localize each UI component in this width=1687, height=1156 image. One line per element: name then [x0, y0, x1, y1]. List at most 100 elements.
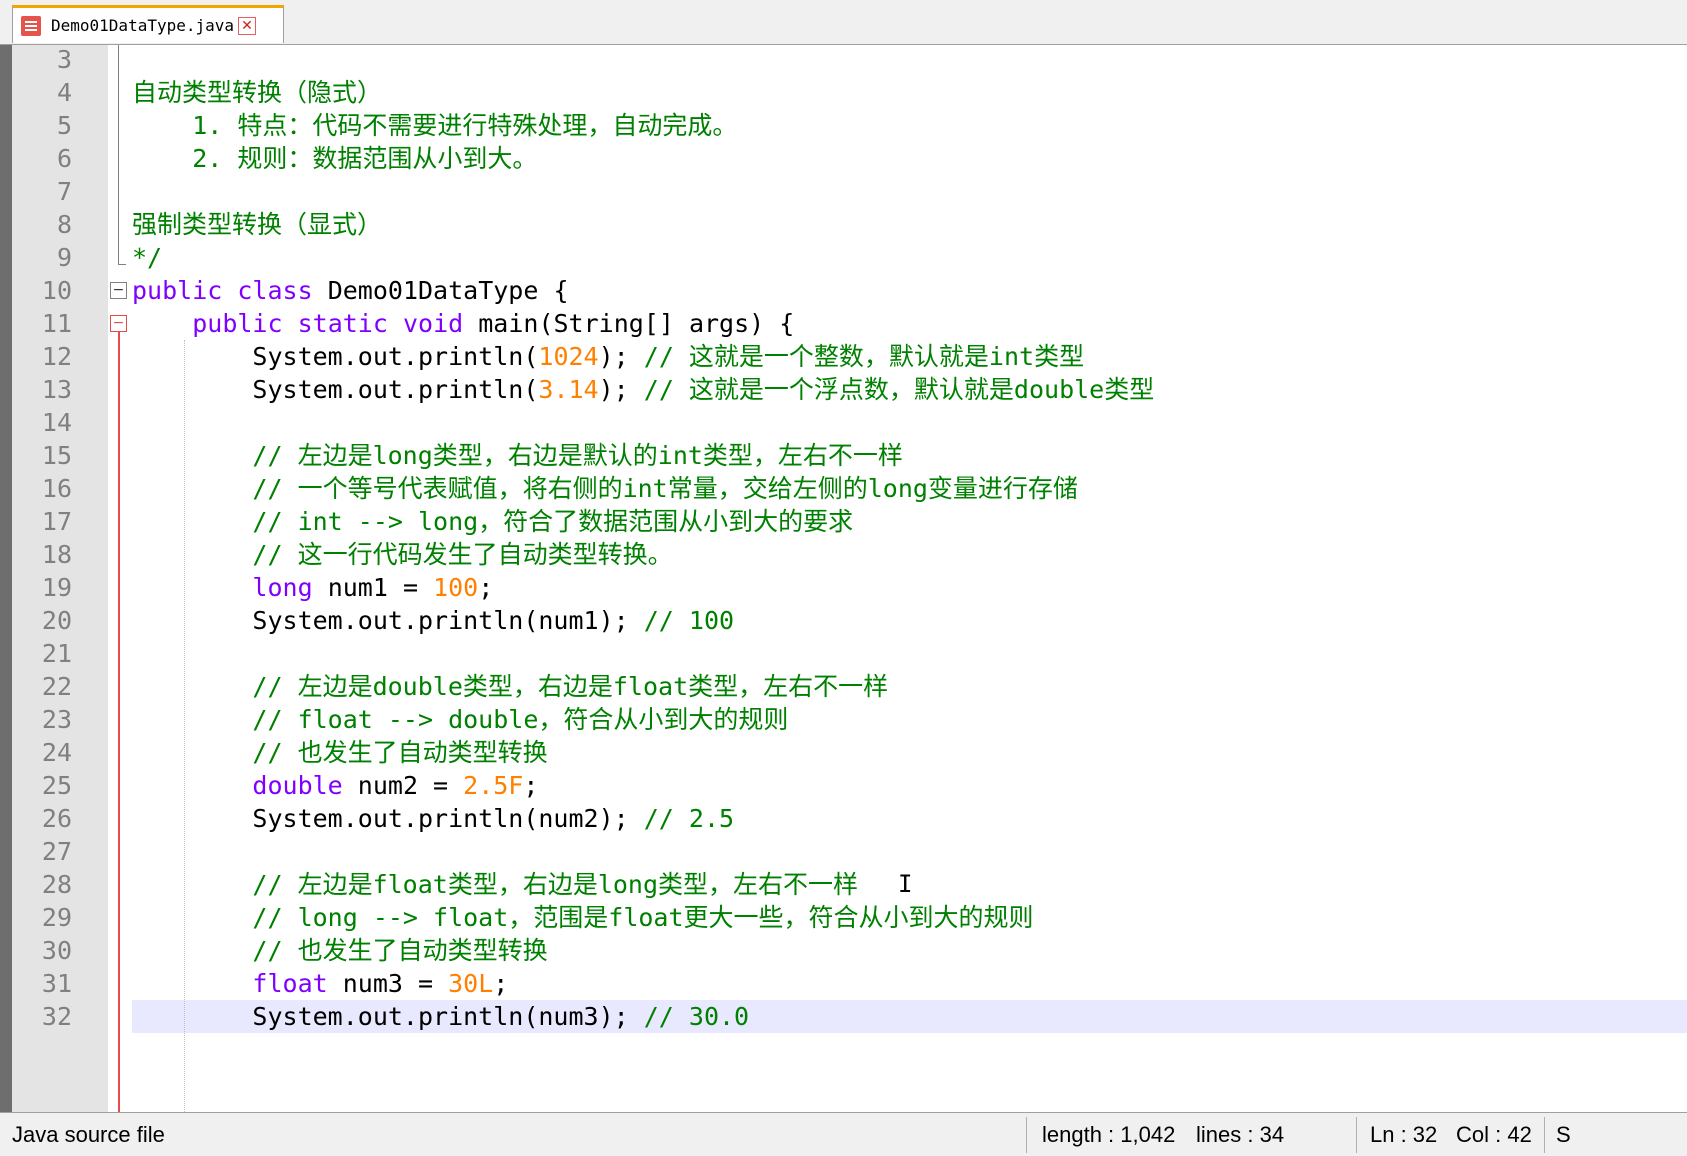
number-token: 3.14 — [538, 375, 599, 404]
status-extra: S — [1556, 1122, 1571, 1147]
code-line[interactable]: 23 // float --> double，符合从小到大的规则 — [0, 703, 1687, 736]
keyword-token: float — [252, 969, 328, 998]
line-number: 23 — [41, 705, 72, 734]
text-token: num2 = — [342, 771, 464, 800]
code-text: // long --> float，范围是float更大一些，符合从小到大的规则 — [132, 901, 1034, 934]
code-line[interactable]: 14 — [0, 406, 1687, 439]
code-line[interactable]: 9 */ — [0, 241, 1687, 274]
code-text: float num3 = 30L; — [132, 967, 508, 1000]
line-number: 20 — [41, 606, 72, 635]
code-line[interactable]: 26 System.out.println(num2); // 2.5 — [0, 802, 1687, 835]
line-number: 28 — [41, 870, 72, 899]
code-text: 强制类型转换（显式） — [132, 208, 382, 241]
code-line[interactable]: 18 // 这一行代码发生了自动类型转换。 — [0, 538, 1687, 571]
comment-token: // long --> float，范围是float更大一些，符合从小到大的规则 — [132, 903, 1034, 932]
fold-method-icon[interactable]: − — [110, 315, 127, 332]
code-line[interactable]: 3 — [0, 45, 1687, 76]
code-text: 自动类型转换（隐式） — [132, 76, 382, 109]
comment-token: 自动类型转换（隐式） — [132, 78, 383, 107]
line-number: 18 — [41, 540, 72, 569]
code-line[interactable]: 29 // long --> float，范围是float更大一些，符合从小到大… — [0, 901, 1687, 934]
comment-fold-guide — [118, 45, 119, 265]
code-text: System.out.println(1024); // 这就是一个整数，默认就… — [132, 340, 1084, 373]
line-number: 10 — [41, 276, 72, 305]
comment-token: */ — [132, 243, 163, 272]
code-line[interactable]: 22 // 左边是double类型，右边是float类型，左右不一样 — [0, 670, 1687, 703]
line-number: 19 — [41, 573, 72, 602]
line-number: 8 — [56, 210, 72, 239]
comment-token: 强制类型转换（显式） — [132, 210, 383, 239]
line-number: 6 — [56, 144, 72, 173]
comment-token: // 这就是一个浮点数，默认就是double类型 — [643, 375, 1155, 404]
fold-class-icon[interactable]: − — [110, 282, 127, 299]
code-line[interactable]: 7 — [0, 175, 1687, 208]
tab-demo01datatype[interactable]: Demo01DataType.java ✕ — [12, 5, 284, 43]
line-number: 5 — [56, 111, 72, 140]
code-line[interactable]: 24 // 也发生了自动类型转换 — [0, 736, 1687, 769]
status-length: length : 1,042 — [1042, 1122, 1176, 1147]
code-text: // 也发生了自动类型转换 — [132, 934, 547, 967]
keyword-token: class — [237, 276, 313, 305]
code-line[interactable]: 6 2. 规则：数据范围从小到大。 — [0, 142, 1687, 175]
text-token: main(String[] args) { — [463, 309, 795, 338]
status-lines: lines : 34 — [1196, 1122, 1285, 1147]
code-line[interactable]: 12 System.out.println(1024); // 这就是一个整数，… — [0, 340, 1687, 373]
comment-token: // 一个等号代表赋值，将右侧的int常量，交给左侧的long变量进行存储 — [132, 474, 1078, 503]
text-token: ); — [598, 375, 644, 404]
code-line[interactable]: 17 // int --> long，符合了数据范围从小到大的要求 — [0, 505, 1687, 538]
line-number: 24 — [41, 738, 72, 767]
code-line[interactable]: 31 float num3 = 30L; — [0, 967, 1687, 1000]
keyword-token: double — [252, 771, 343, 800]
code-line[interactable]: 25 double num2 = 2.5F; — [0, 769, 1687, 802]
code-line[interactable]: 27 — [0, 835, 1687, 868]
tab-label: Demo01DataType.java — [51, 16, 235, 35]
method-fold-line — [118, 317, 120, 1112]
code-text: // 这一行代码发生了自动类型转换。 — [132, 538, 672, 571]
text-token: Demo01DataType { — [312, 276, 569, 305]
code-line[interactable]: 21 — [0, 637, 1687, 670]
comment-token: 1. 特点：代码不需要进行特殊处理，自动完成。 — [132, 111, 738, 140]
keyword-token: long — [252, 573, 313, 602]
line-number: 9 — [56, 243, 72, 272]
line-number: 16 — [41, 474, 72, 503]
code-line[interactable]: 28 // 左边是float类型，右边是long类型，左右不一样 — [0, 868, 1687, 901]
keyword-token: public — [132, 276, 223, 305]
line-number: 4 — [56, 78, 72, 107]
comment-token: // 2.5 — [643, 804, 735, 833]
code-text: 1. 特点：代码不需要进行特殊处理，自动完成。 — [132, 109, 737, 142]
comment-token: // 这就是一个整数，默认就是int类型 — [643, 342, 1085, 371]
code-line[interactable]: 8 强制类型转换（显式） — [0, 208, 1687, 241]
line-number: 7 — [56, 177, 72, 206]
number-token: 30L — [448, 969, 494, 998]
code-line[interactable]: 4 自动类型转换（隐式） — [0, 76, 1687, 109]
status-divider — [1356, 1117, 1357, 1153]
code-line[interactable]: 16 // 一个等号代表赋值，将右侧的int常量，交给左侧的long变量进行存储 — [0, 472, 1687, 505]
text-token: ); — [598, 342, 644, 371]
code-line[interactable]: 13 System.out.println(3.14); // 这就是一个浮点数… — [0, 373, 1687, 406]
code-line[interactable]: 15 // 左边是long类型，右边是默认的int类型，左右不一样 — [0, 439, 1687, 472]
close-icon[interactable]: ✕ — [238, 16, 257, 35]
code-text: System.out.println(num1); // 100 — [132, 604, 734, 637]
comment-token: // 100 — [643, 606, 735, 635]
code-line[interactable]: 30 // 也发生了自动类型转换 — [0, 934, 1687, 967]
comment-token: // float --> double，符合从小到大的规则 — [132, 705, 789, 734]
code-line[interactable]: 10 public class Demo01DataType { — [0, 274, 1687, 307]
code-line[interactable]: 20 System.out.println(num1); // 100 — [0, 604, 1687, 637]
status-divider — [1544, 1117, 1545, 1153]
status-bar: Java source file length : 1,042 lines : … — [0, 1112, 1687, 1156]
code-line[interactable]: 11 public static void main(String[] args… — [0, 307, 1687, 340]
code-editor[interactable]: 3 4 自动类型转换（隐式） 5 1. 特点：代码不需要进行特殊处理，自动完成。 6 2… — [0, 45, 1687, 1112]
code-line[interactable]: 5 1. 特点：代码不需要进行特殊处理，自动完成。 — [0, 109, 1687, 142]
code-text: // float --> double，符合从小到大的规则 — [132, 703, 788, 736]
line-number: 22 — [41, 672, 72, 701]
code-text: 2. 规则：数据范围从小到大。 — [132, 142, 537, 175]
code-line[interactable]: 19 long num1 = 100; — [0, 571, 1687, 604]
comment-token: // 左边是long类型，右边是默认的int类型，左右不一样 — [132, 441, 903, 470]
code-text: // 左边是double类型，右边是float类型，左右不一样 — [132, 670, 888, 703]
code-line[interactable]: 32 System.out.println(num3); // 30.0 — [0, 1000, 1687, 1033]
status-file-type: Java source file — [12, 1122, 165, 1147]
status-divider — [1026, 1117, 1027, 1153]
